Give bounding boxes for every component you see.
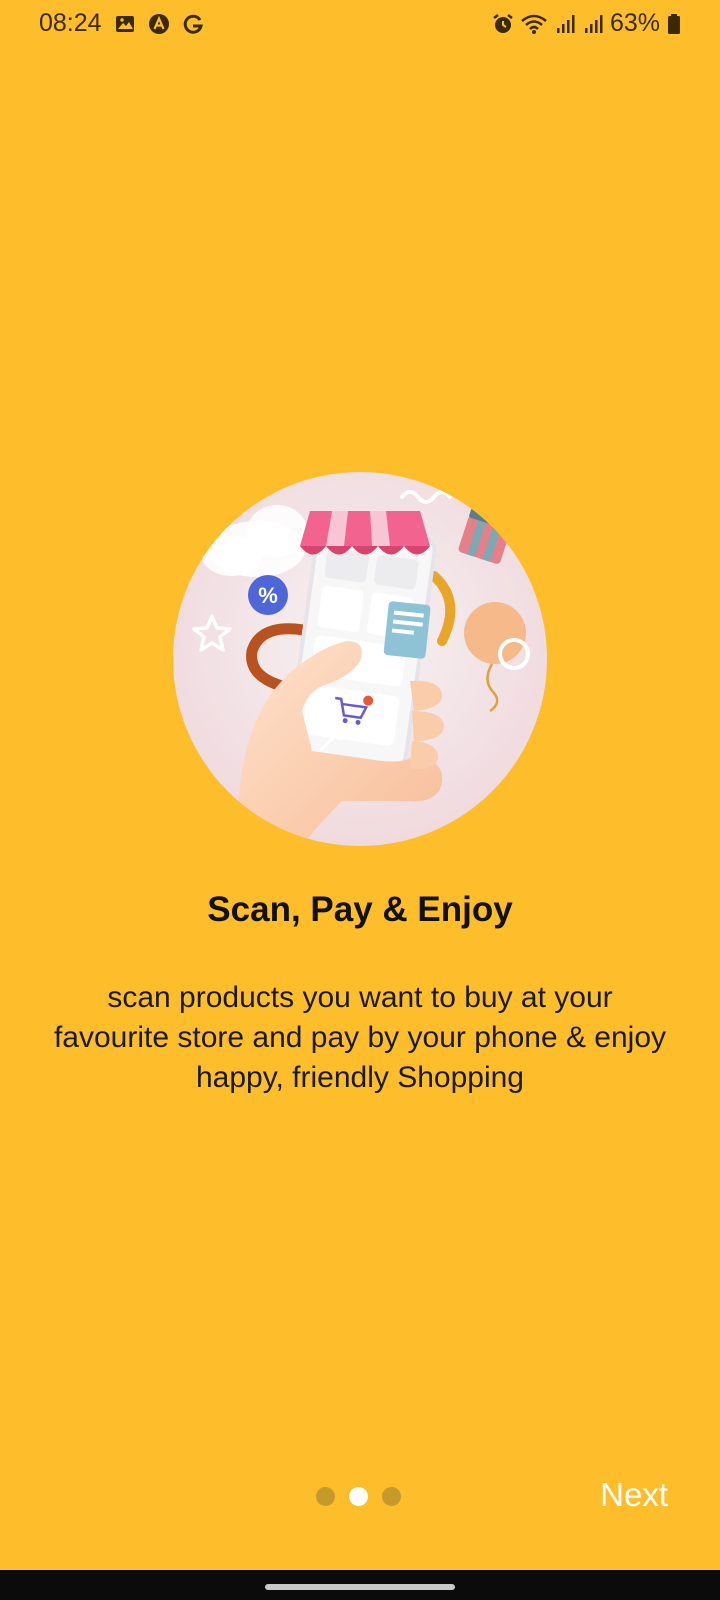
signal-icon <box>582 13 604 35</box>
status-bar-right: 63% <box>492 9 682 38</box>
page-indicator <box>316 1487 401 1506</box>
page-dot-3[interactable] <box>382 1487 401 1506</box>
status-bar-left: 08:24 <box>39 9 204 38</box>
page-dot-1[interactable] <box>316 1487 335 1506</box>
status-time: 08:24 <box>39 9 102 37</box>
battery-percent: 63% <box>609 9 660 37</box>
onboarding-description: scan products you want to buy at your fa… <box>53 981 667 1094</box>
shop-awning-icon <box>300 511 430 555</box>
home-indicator[interactable] <box>265 1584 455 1590</box>
battery-icon <box>666 13 682 35</box>
alarm-icon <box>492 13 514 35</box>
a-circle-icon <box>148 13 170 35</box>
svg-text:%: % <box>258 583 278 608</box>
onboarding-screen: 08:24 63% % Scan, Pay & Enjoy scan produ… <box>0 0 720 1600</box>
google-g-icon <box>182 13 204 35</box>
page-dot-2[interactable] <box>349 1487 368 1506</box>
next-button[interactable]: Next <box>600 1476 668 1514</box>
signal-icon <box>554 13 576 35</box>
shopping-phone-illustration: % <box>172 471 548 847</box>
wifi-icon <box>520 13 548 35</box>
status-bar: 08:24 63% <box>0 0 720 46</box>
discount-badge-icon: % <box>248 575 288 615</box>
receipt-icon <box>383 601 431 659</box>
image-icon <box>114 13 136 35</box>
onboarding-title: Scan, Pay & Enjoy <box>207 890 513 929</box>
cloud-icon <box>202 505 307 577</box>
